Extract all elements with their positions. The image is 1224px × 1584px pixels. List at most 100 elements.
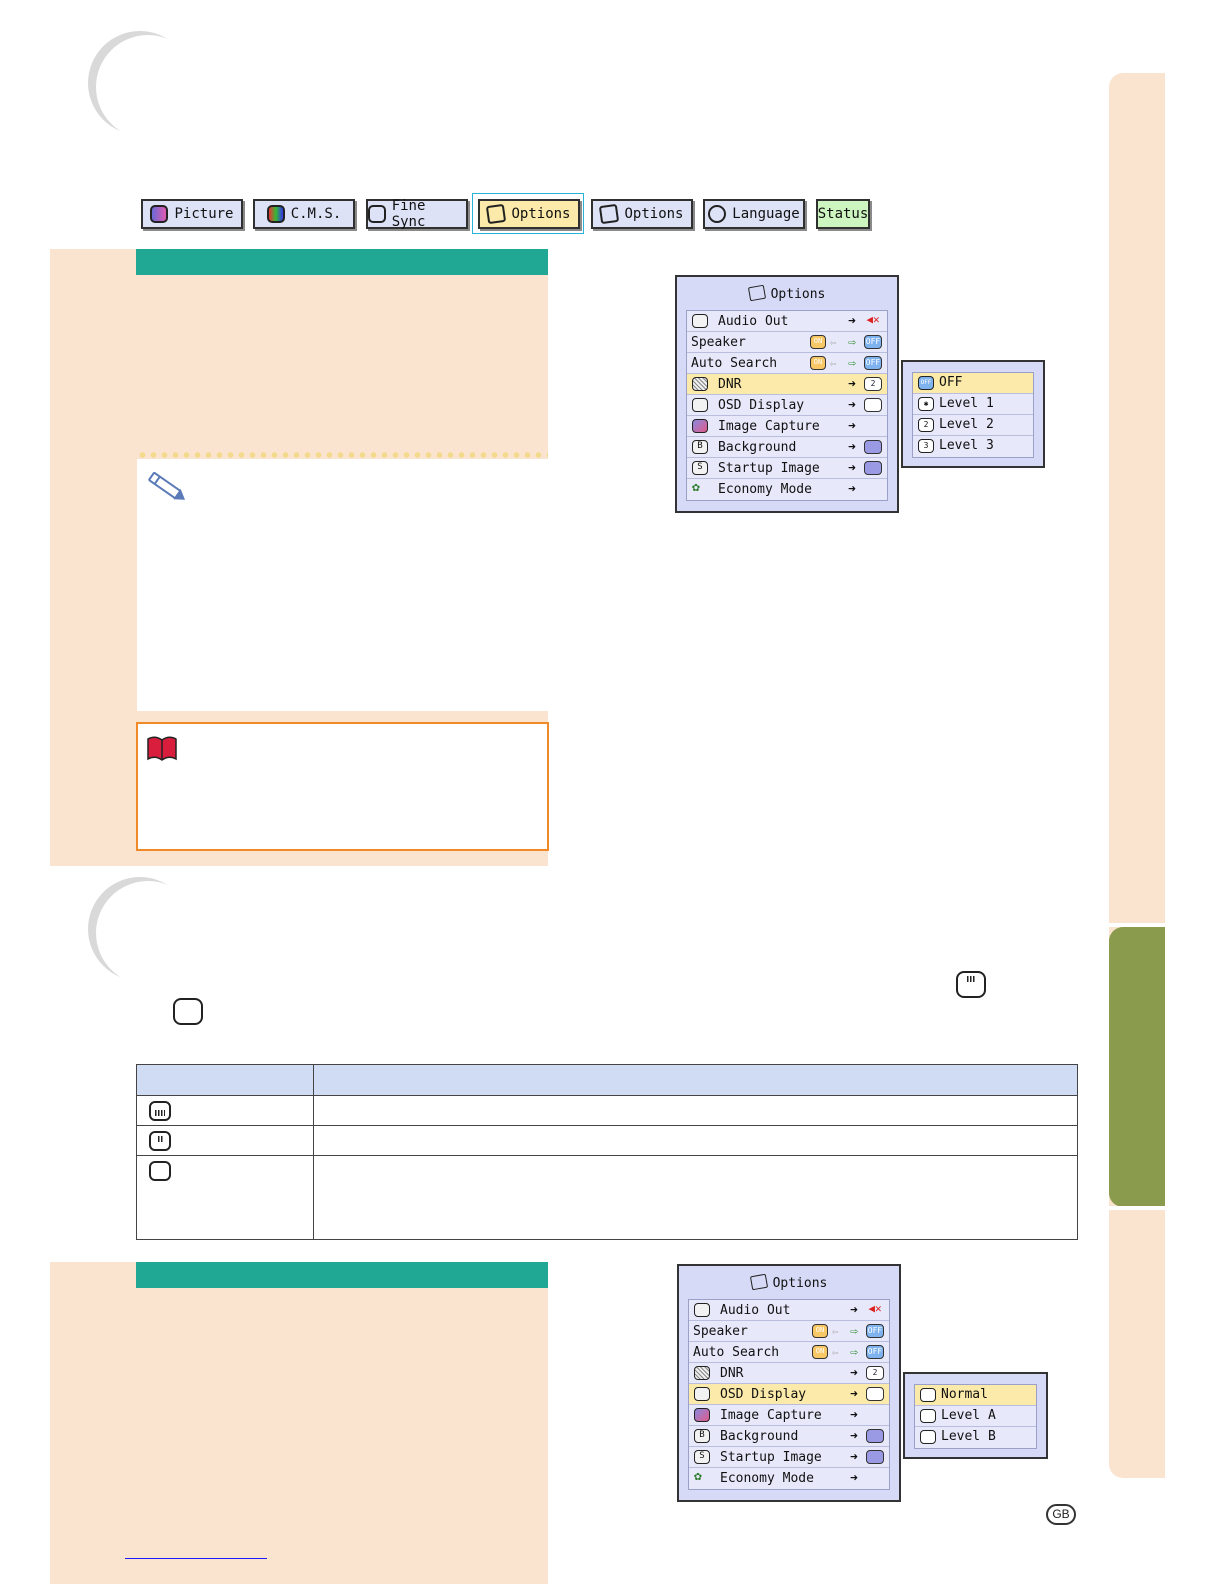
off-icon: OFF: [866, 1345, 884, 1359]
osd-menu-list: Audio Out ➜ ◀✕ Speaker ON ⇦ ⇨ OFF Auto Search O…: [688, 1299, 890, 1490]
side-tab-divider: [1109, 923, 1165, 927]
eco-sprout-icon: ✿: [694, 1469, 702, 1484]
osd-row-startup-image[interactable]: S Startup Image ➜: [687, 458, 887, 479]
dnr-submenu: OFF OFF ✱ Level 1 2 Level 2 3 Level 3: [901, 360, 1045, 468]
book-info-icon: [147, 736, 177, 761]
side-tab-strip: [1109, 73, 1165, 1478]
options-icon: [486, 203, 507, 225]
speaker-icon: [692, 314, 708, 328]
eco-sprout-icon: ✿: [692, 480, 700, 495]
osd-row-dnr[interactable]: DNR ➜ 2: [689, 1363, 889, 1384]
osd-options-menu-2: Options Audio Out ➜ ◀✕ Speaker ON ⇦ ⇨ OFF Auto…: [677, 1264, 901, 1502]
osd-menu-title: Options: [677, 284, 897, 302]
options-icon: [747, 284, 766, 302]
side-tab-active: [1109, 927, 1165, 1207]
startup-image-icon: S: [692, 461, 708, 475]
dnr-icon: [694, 1366, 710, 1380]
osd-level-b-icon: [149, 1161, 171, 1181]
pencil-note-icon: [148, 471, 186, 500]
tab-options-1[interactable]: Options: [478, 199, 580, 229]
osd-row-image-capture[interactable]: Image Capture ➜: [689, 1405, 889, 1426]
off-icon: OFF: [918, 376, 934, 390]
fine-sync-icon: [368, 205, 386, 223]
on-icon: ON: [812, 1324, 828, 1338]
dnr-option-level-2[interactable]: 2 Level 2: [913, 415, 1033, 436]
on-icon: ON: [810, 356, 826, 370]
note-area: [137, 459, 548, 711]
tab-status[interactable]: Status: [816, 199, 870, 229]
side-tab-divider: [1109, 1206, 1165, 1210]
background-icon: B: [694, 1429, 710, 1443]
level-2-icon: 2: [918, 418, 934, 432]
off-icon: OFF: [866, 1324, 884, 1338]
background-value-icon: [866, 1429, 884, 1443]
background-value-icon: [864, 440, 882, 454]
osd-row-image-capture[interactable]: Image Capture ➜: [687, 416, 887, 437]
level-3-icon: 3: [918, 439, 934, 453]
osd-row-audio-out[interactable]: Audio Out ➜ ◀✕: [689, 1300, 889, 1321]
osd-row-osd-display[interactable]: OSD Display ➜: [687, 395, 887, 416]
osd-row-dnr[interactable]: DNR ➜ 2: [687, 374, 887, 395]
background-icon: B: [692, 440, 708, 454]
section-circle-1: [96, 35, 200, 139]
section-circle-2: [96, 881, 200, 985]
osd-row-speaker[interactable]: Speaker ON ⇦ ⇨ OFF: [689, 1321, 889, 1342]
osd-display-panel: [50, 1262, 548, 1584]
tab-cms[interactable]: C.M.S.: [253, 199, 355, 229]
tab-options-2[interactable]: Options: [591, 199, 693, 229]
table-header-cell: [136, 1064, 314, 1096]
osd-row-audio-out[interactable]: Audio Out ➜ ◀✕: [687, 311, 887, 332]
startup-value-icon: [864, 461, 882, 475]
tab-language[interactable]: Language: [703, 199, 805, 229]
osd-normal-icon: [149, 1101, 171, 1121]
cms-icon: [266, 205, 285, 223]
dnr-option-level-3[interactable]: 3 Level 3: [913, 436, 1033, 457]
on-icon: ON: [810, 335, 826, 349]
osd-row-auto-search[interactable]: Auto Search ON ⇦ ⇨ OFF: [687, 353, 887, 374]
osd-row-economy-mode[interactable]: ✿ Economy Mode ➜: [687, 479, 887, 500]
picture-icon: [150, 205, 169, 223]
osd-row-background[interactable]: B Background ➜: [687, 437, 887, 458]
speaker-output-icon: ◀✕: [866, 313, 880, 326]
language-icon: [708, 205, 727, 223]
osd-row-startup-image[interactable]: S Startup Image ➜: [689, 1447, 889, 1468]
dnr-panel-header: [136, 249, 548, 275]
speaker-output-icon: ◀✕: [868, 1302, 882, 1315]
dnr-option-level-1[interactable]: ✱ Level 1: [913, 394, 1033, 415]
tab-fine-sync[interactable]: Fine Sync: [366, 198, 468, 230]
osd-display-icon: [692, 398, 708, 412]
table-row: [136, 1125, 1078, 1156]
startup-value-icon: [866, 1450, 884, 1464]
osd-menu-list: Audio Out ➜ ◀✕ Speaker ON ⇦ ⇨ OFF Auto Search O…: [686, 310, 888, 501]
osd-normal-icon: [920, 1388, 936, 1402]
osd-level-b-icon: [920, 1430, 936, 1444]
osd-row-speaker[interactable]: Speaker ON ⇦ ⇨ OFF: [687, 332, 887, 353]
osd-option-level-b[interactable]: Level B: [915, 1427, 1036, 1448]
osd-row-osd-display[interactable]: OSD Display ➜: [689, 1384, 889, 1405]
options-icon: [749, 1273, 768, 1291]
osd-options-menu-1: Options Audio Out ➜ ◀✕ Speaker ON ⇦ ⇨ OFF Auto…: [675, 275, 899, 513]
off-icon: OFF: [864, 356, 882, 370]
osd-row-auto-search[interactable]: Auto Search ON ⇦ ⇨ OFF: [689, 1342, 889, 1363]
osd-level-a-icon: [956, 971, 986, 998]
osd-row-economy-mode[interactable]: ✿ Economy Mode ➜: [689, 1468, 889, 1489]
osd-menu-title: Options: [679, 1273, 899, 1291]
speaker-icon: [694, 1303, 710, 1317]
dnr-option-off[interactable]: OFF OFF: [913, 373, 1033, 394]
startup-image-icon: S: [694, 1450, 710, 1464]
osd-option-normal[interactable]: Normal: [915, 1385, 1036, 1406]
dnr-submenu-list: OFF OFF ✱ Level 1 2 Level 2 3 Level 3: [912, 372, 1034, 458]
osd-row-background[interactable]: B Background ➜: [689, 1426, 889, 1447]
osd-normal-icon: [866, 1387, 884, 1401]
image-capture-icon: [692, 419, 708, 433]
osd-normal-icon: [864, 398, 882, 412]
osd-level-a-icon: [149, 1131, 171, 1151]
note-dotted-border: [137, 451, 548, 459]
region-badge: GB: [1046, 1504, 1076, 1525]
osd-option-level-a[interactable]: Level A: [915, 1406, 1036, 1427]
osd-display-submenu: Normal Level A Level B: [903, 1372, 1048, 1459]
level-1-icon: ✱: [918, 397, 934, 411]
osd-level-a-icon: [920, 1409, 936, 1423]
tab-picture[interactable]: Picture: [141, 199, 243, 229]
image-capture-icon: [694, 1408, 710, 1422]
